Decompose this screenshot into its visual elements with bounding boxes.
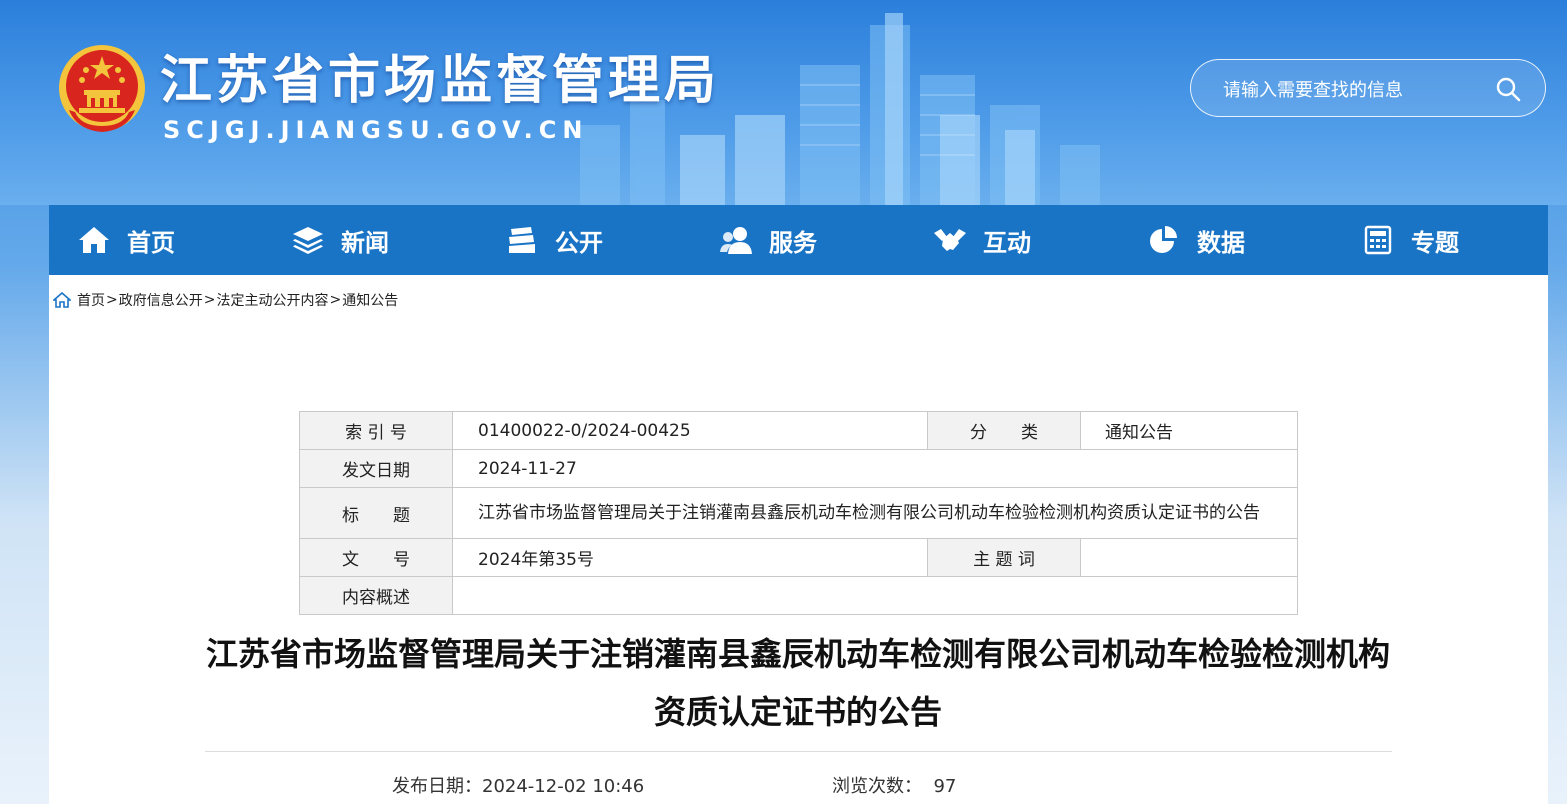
document-metadata-table: 索 引 号 01400022-0/2024-00425 分 类 通知公告 发文日… [299,411,1298,615]
table-row: 内容概述 [299,576,1298,615]
nav-item-open[interactable]: 公开 [477,205,691,275]
title-value: 江苏省市场监督管理局关于注销灌南县鑫辰机动车检测有限公司机动车检验检测机构资质认… [452,487,1298,539]
nav-label: 新闻 [341,228,389,257]
layers-icon [293,227,323,254]
nav-label: 首页 [127,228,175,257]
divider [205,751,1392,752]
category-label: 分 类 [927,411,1081,450]
breadcrumb-separator: > [106,292,118,308]
view-count-label: 浏览次数： [832,776,922,797]
publish-date-value: 2024-12-02 10:46 [482,776,645,797]
breadcrumb-link-statutory[interactable]: 法定主动公开内容 [216,290,328,310]
doc-number-label: 文 号 [299,538,453,577]
users-icon [720,227,752,254]
table-row: 发文日期 2024-11-27 [299,449,1298,488]
nav-item-services[interactable]: 服务 [691,205,905,275]
summary-value [452,576,1298,615]
nav-label: 互动 [983,228,1031,257]
content-panel: 首页 > 政府信息公开 > 法定主动公开内容 > 通知公告 索 引 号 0140… [49,275,1548,804]
nav-item-topics[interactable]: 专题 [1333,205,1547,275]
title-label: 标 题 [299,487,453,539]
table-row: 索 引 号 01400022-0/2024-00425 分 类 通知公告 [299,411,1298,450]
pie-chart-icon [1150,226,1177,253]
handshake-icon [934,229,966,251]
breadcrumb-link-home[interactable]: 首页 [77,290,105,310]
article-title: 江苏省市场监督管理局关于注销灌南县鑫辰机动车检测有限公司机动车检验检测机构资质认… [205,635,1390,731]
search-box [1190,59,1546,117]
site-domain: SCJGJ.JIANGSU.GOV.CN [163,116,589,144]
nav-item-news[interactable]: 新闻 [263,205,477,275]
date-value: 2024-11-27 [452,449,1298,488]
keywords-value [1080,538,1298,577]
nav-label: 服务 [769,228,817,257]
calculator-icon [1364,225,1392,255]
view-count-value: 97 [933,776,957,797]
nav-label: 数据 [1197,228,1245,257]
nav-item-data[interactable]: 数据 [1119,205,1333,275]
search-icon[interactable] [1495,76,1521,102]
breadcrumb-link-notices[interactable]: 通知公告 [342,290,398,310]
nav-item-interaction[interactable]: 互动 [905,205,1119,275]
national-emblem-icon [59,45,145,132]
view-count: 浏览次数： 97 [832,772,956,798]
publish-date: 发布日期：2024-12-02 10:46 [392,772,644,798]
table-row: 文 号 2024年第35号 主 题 词 [299,538,1298,577]
doc-number-value: 2024年第35号 [452,538,928,577]
index-value: 01400022-0/2024-00425 [452,411,928,450]
nav-label: 专题 [1411,228,1459,257]
breadcrumb: 首页 > 政府信息公开 > 法定主动公开内容 > 通知公告 [53,290,398,310]
breadcrumb-link-gov-info[interactable]: 政府信息公开 [119,290,203,310]
summary-label: 内容概述 [299,576,453,615]
breadcrumb-separator: > [329,292,342,308]
site-header: 江苏省市场监督管理局 SCJGJ.JIANGSU.GOV.CN [0,0,1567,205]
nav-label: 公开 [555,228,603,257]
index-label: 索 引 号 [299,411,453,450]
site-title: 江苏省市场监督管理局 [160,51,721,111]
search-input[interactable] [1221,74,1485,106]
table-row: 标 题 江苏省市场监督管理局关于注销灌南县鑫辰机动车检测有限公司机动车检验检测机… [299,487,1298,539]
publish-date-label: 发布日期： [392,776,482,797]
category-value: 通知公告 [1080,411,1298,450]
home-icon [53,292,71,308]
keywords-label: 主 题 词 [927,538,1081,577]
breadcrumb-separator: > [203,292,216,308]
documents-icon [509,227,535,253]
nav-item-home[interactable]: 首页 [49,205,263,275]
main-navigation: 首页 新闻 公开 服务 互动 数据 专题 [49,205,1548,275]
date-label: 发文日期 [299,449,453,488]
home-icon [79,227,109,253]
